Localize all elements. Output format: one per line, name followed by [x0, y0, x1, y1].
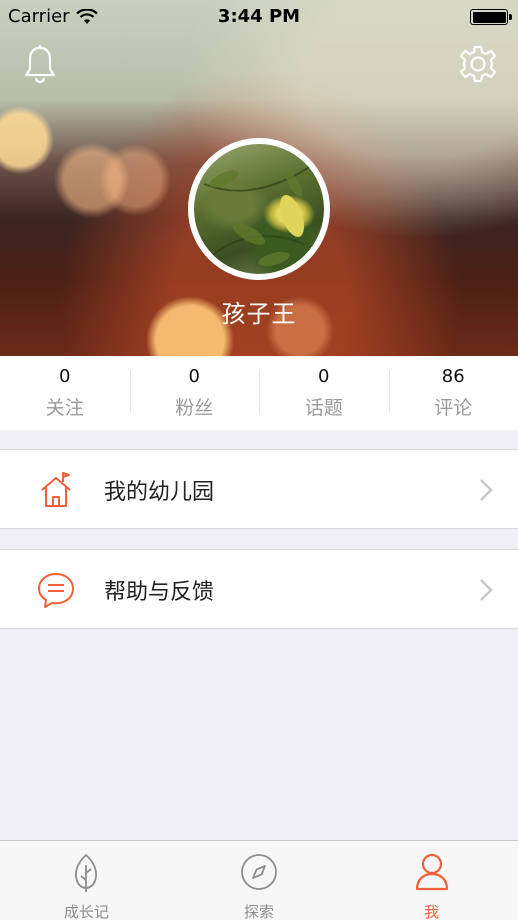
tab-bar: 成长记 探索 我: [0, 840, 518, 920]
stat-topics-label: 话题: [304, 397, 343, 419]
stat-topics[interactable]: 0 话题: [259, 356, 389, 430]
chevron-right-icon: [480, 479, 493, 501]
tab-explore[interactable]: 探索: [173, 841, 346, 920]
stat-following-label: 关注: [45, 397, 84, 419]
tab-label: 我: [424, 903, 440, 920]
tab-label: 成长记: [63, 903, 109, 920]
avatar[interactable]: [188, 138, 330, 280]
menu-item-help-feedback[interactable]: 帮助与反馈: [0, 549, 518, 629]
tab-growth-diary[interactable]: 成长记: [0, 841, 173, 920]
stat-fans-label: 粉丝: [175, 397, 214, 419]
stat-topics-count: 0: [318, 366, 330, 387]
stats-bar: 0 关注 0 粉丝 0 话题 86 评论: [0, 356, 518, 430]
stat-comments-count: 86: [441, 366, 465, 387]
bell-icon[interactable]: [22, 44, 58, 84]
leaf-icon: [75, 853, 98, 892]
stat-fans-count: 0: [188, 366, 200, 387]
profile-username: 孩子王: [221, 300, 297, 328]
chevron-right-icon: [480, 579, 493, 601]
stat-comments[interactable]: 86 评论: [388, 356, 518, 430]
chat-bubble-icon: [38, 573, 74, 608]
menu-item-label: 帮助与反馈: [104, 580, 215, 605]
person-icon: [415, 853, 448, 891]
clock: 3:44 PM: [217, 6, 301, 27]
battery-icon: [470, 9, 512, 25]
stat-fans[interactable]: 0 粉丝: [129, 356, 260, 430]
status-bar: Carrier 3:44 PM: [0, 0, 518, 34]
stat-following[interactable]: 0 关注: [0, 356, 130, 430]
tab-me[interactable]: 我: [345, 841, 518, 920]
tab-label: 探索: [244, 903, 275, 920]
menu-item-label: 我的幼儿园: [104, 480, 215, 505]
stat-comments-label: 评论: [434, 397, 473, 419]
menu-item-my-kindergarten[interactable]: 我的幼儿园: [0, 449, 518, 529]
settings-gear-icon[interactable]: [458, 44, 498, 84]
stat-following-count: 0: [59, 366, 71, 387]
kindergarten-house-icon: [41, 472, 71, 507]
compass-icon: [241, 854, 277, 890]
